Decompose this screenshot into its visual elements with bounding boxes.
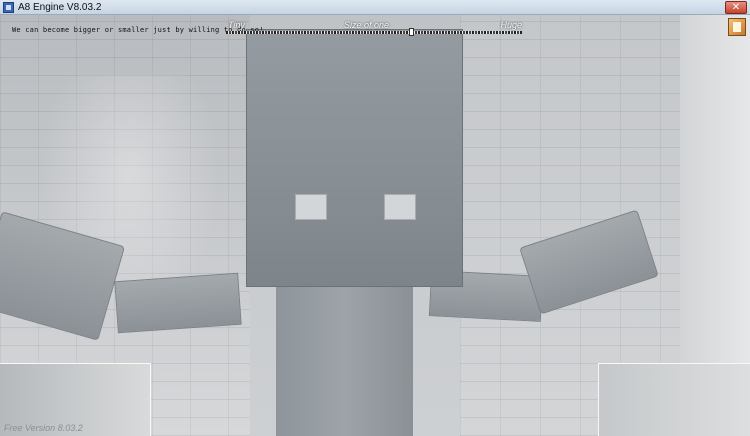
bottom-right-panel: [598, 363, 750, 436]
settings-icon[interactable]: [728, 18, 746, 36]
slider-track[interactable]: [226, 31, 522, 34]
game-viewport[interactable]: [0, 15, 750, 436]
slider-mid-label: Size of one: [344, 20, 390, 30]
robot-head: [246, 29, 463, 287]
slider-min-label: Tiny: [228, 20, 245, 30]
slider-max-label: Huge: [500, 20, 522, 30]
app-icon: [3, 2, 14, 13]
size-slider[interactable]: Tiny Size of one Huge: [226, 20, 522, 38]
robot-right-eye: [384, 194, 416, 220]
window-title: A8 Engine V8.03.2: [18, 2, 102, 13]
window-titlebar[interactable]: A8 Engine V8.03.2 ✕: [0, 0, 750, 15]
robot-torso: [276, 276, 413, 436]
robot-left-upper-arm: [114, 272, 242, 334]
version-watermark: Free Version 8.03.2: [4, 423, 83, 433]
slider-handle[interactable]: [409, 28, 415, 36]
robot-left-eye: [295, 194, 327, 220]
close-button[interactable]: ✕: [725, 1, 747, 14]
